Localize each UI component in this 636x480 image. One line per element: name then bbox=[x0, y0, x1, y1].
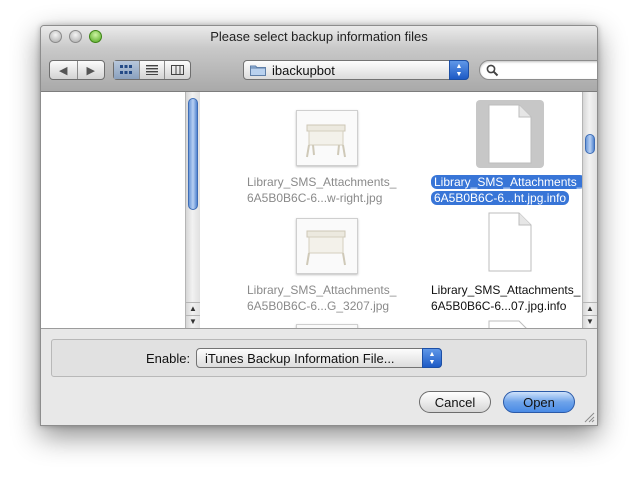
file-browser: ▲ ▼ Library_SMS_Attachments_ 6A5B0B6C-6.… bbox=[41, 92, 597, 329]
file-thumbnail bbox=[292, 208, 360, 276]
file-thumbnail bbox=[476, 208, 544, 276]
list-view-button[interactable] bbox=[140, 61, 166, 79]
file-name: Library_SMS_Attachments_ 6A5B0B6C-6...G_… bbox=[247, 283, 397, 313]
icon-view-button[interactable] bbox=[114, 61, 140, 79]
enable-label: Enable: bbox=[146, 351, 191, 366]
enable-popup[interactable]: iTunes Backup Information File... ▲ ▼ bbox=[196, 348, 442, 368]
file-scrollbar[interactable]: ▲ ▼ bbox=[582, 92, 597, 328]
scroll-up-arrow-icon[interactable]: ▲ bbox=[583, 302, 597, 315]
enable-value: iTunes Backup Information File... bbox=[205, 351, 395, 366]
file-item[interactable]: Library_SMS_Attachments_ 6A5B0B6C-6...07… bbox=[425, 204, 583, 314]
image-preview-icon bbox=[296, 324, 358, 328]
file-item-partial[interactable] bbox=[241, 312, 411, 328]
list-lines-icon bbox=[146, 65, 158, 75]
file-scroll-arrows[interactable]: ▲ ▼ bbox=[583, 302, 597, 328]
document-icon bbox=[488, 104, 532, 164]
sidebar-scroll-thumb[interactable] bbox=[188, 98, 198, 210]
search-icon bbox=[486, 64, 499, 77]
location-popup[interactable]: ibackupbot ▲ ▼ bbox=[243, 60, 469, 80]
forward-arrow-icon: ▶ bbox=[86, 64, 95, 77]
cancel-button[interactable]: Cancel bbox=[419, 391, 491, 413]
file-item[interactable]: Library_SMS_Attachments_ 6A5B0B6C-6...w-… bbox=[241, 96, 411, 206]
sidebar-scroll-arrows[interactable]: ▲ ▼ bbox=[186, 302, 200, 328]
file-item-selected[interactable]: Library_SMS_Attachments_ 6A5B0B6C-6...ht… bbox=[425, 96, 583, 206]
enable-bar: Enable: iTunes Backup Information File..… bbox=[51, 339, 587, 377]
view-mode-control bbox=[113, 60, 191, 80]
file-thumbnail bbox=[292, 316, 360, 328]
title-bar[interactable]: Please select backup information files bbox=[41, 26, 597, 48]
popup-chevron-icon: ▲ ▼ bbox=[449, 60, 469, 80]
search-field[interactable] bbox=[479, 60, 597, 80]
popup-chevron-icon: ▲ ▼ bbox=[422, 348, 442, 368]
back-button[interactable]: ◀ bbox=[50, 61, 78, 79]
window-title: Please select backup information files bbox=[210, 29, 428, 44]
scroll-down-arrow-icon[interactable]: ▼ bbox=[186, 315, 200, 328]
scroll-up-arrow-icon[interactable]: ▲ bbox=[186, 302, 200, 315]
file-name: Library_SMS_Attachments_ 6A5B0B6C-6...w-… bbox=[247, 175, 397, 205]
file-thumbnail bbox=[292, 100, 360, 168]
back-forward-control: ◀ ▶ bbox=[49, 60, 105, 80]
file-scroll-thumb[interactable] bbox=[585, 134, 595, 154]
search-input[interactable] bbox=[502, 63, 597, 77]
forward-button[interactable]: ▶ bbox=[78, 61, 105, 79]
open-button[interactable]: Open bbox=[503, 391, 575, 413]
file-grid: Library_SMS_Attachments_ 6A5B0B6C-6...w-… bbox=[241, 92, 583, 328]
location-label: ibackupbot bbox=[272, 63, 335, 78]
file-item[interactable]: Library_SMS_Attachments_ 6A5B0B6C-6...G_… bbox=[241, 204, 411, 314]
resize-grip-icon[interactable] bbox=[584, 412, 595, 423]
scroll-down-arrow-icon[interactable]: ▼ bbox=[583, 315, 597, 328]
sidebar-scrollbar[interactable]: ▲ ▼ bbox=[185, 92, 200, 328]
folder-icon bbox=[250, 65, 266, 76]
file-item-partial[interactable] bbox=[425, 312, 583, 328]
icon-grid-icon bbox=[120, 65, 133, 74]
file-name: Library_SMS_Attachments_ 6A5B0B6C-6...07… bbox=[431, 283, 581, 313]
open-file-dialog: Please select backup information files ◀… bbox=[40, 25, 598, 426]
columns-icon bbox=[171, 65, 185, 75]
column-view-button[interactable] bbox=[165, 61, 190, 79]
image-preview-icon bbox=[296, 110, 358, 166]
file-thumbnail bbox=[476, 100, 544, 168]
image-preview-icon bbox=[296, 218, 358, 274]
file-thumbnail bbox=[476, 316, 544, 328]
document-icon bbox=[488, 212, 532, 272]
back-arrow-icon: ◀ bbox=[59, 64, 68, 77]
file-name: Library_SMS_Attachments_ 6A5B0B6C-6...ht… bbox=[425, 174, 583, 206]
document-icon bbox=[488, 320, 527, 328]
